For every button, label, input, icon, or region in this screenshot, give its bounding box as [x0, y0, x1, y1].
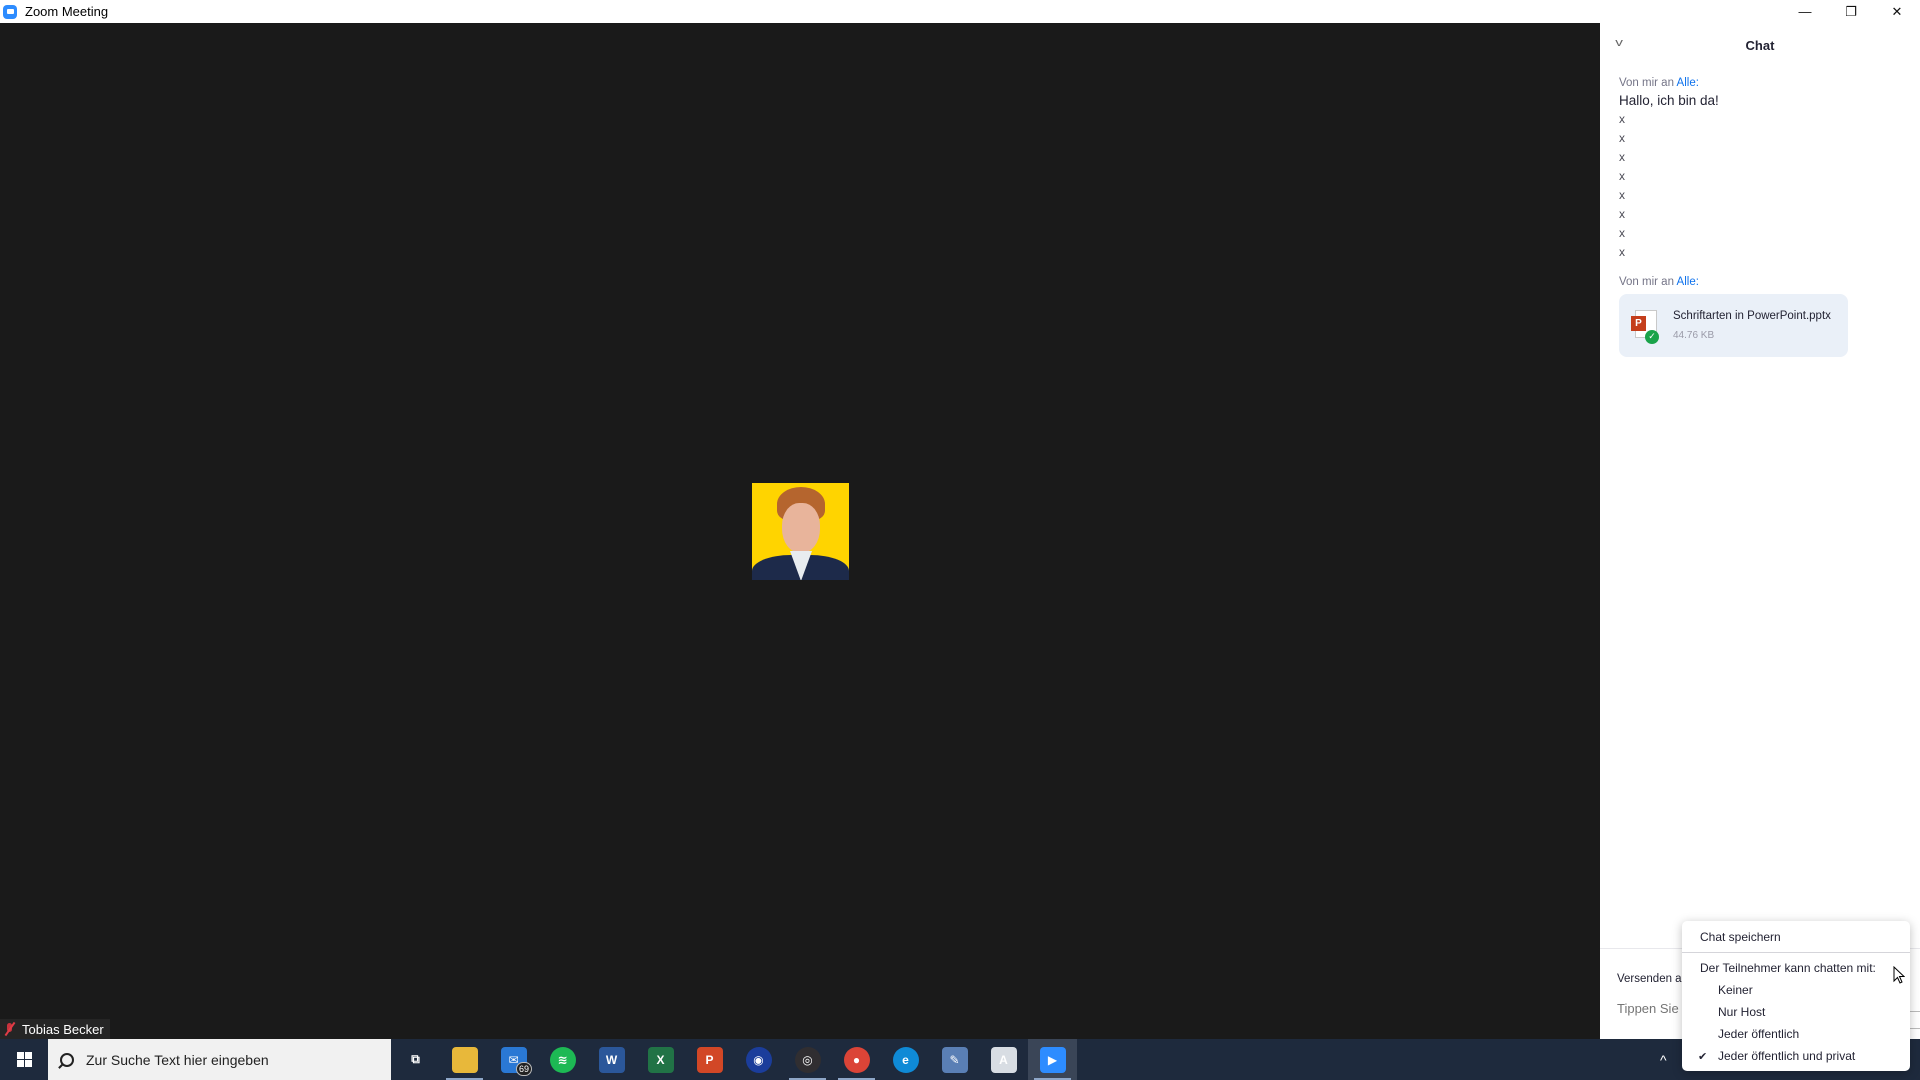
- taskbar-app-spotify[interactable]: ≋: [538, 1039, 587, 1080]
- message-text: x: [1619, 112, 1625, 126]
- file-name: Schriftarten in PowerPoint.pptx: [1673, 310, 1831, 322]
- message-text: Hallo, ich bin da!: [1619, 93, 1719, 108]
- paint-app-icon: ✎: [941, 1046, 968, 1073]
- menu-item-keiner[interactable]: Keiner: [1682, 980, 1910, 1000]
- menu-item-jeder-oeffentlich[interactable]: Jeder öffentlich: [1682, 1024, 1910, 1044]
- search-placeholder: Zur Suche Text hier eingeben: [86, 1051, 269, 1068]
- message-meta: Von mir an Alle:: [1619, 276, 1901, 288]
- notification-badge: 69: [516, 1062, 532, 1076]
- minimize-button[interactable]: —: [1782, 0, 1828, 23]
- powerpoint-file-icon: P ✓: [1631, 309, 1659, 344]
- chat-options-menu: Chat speichern Der Teilnehmer kann chatt…: [1682, 921, 1910, 1071]
- message-text: x: [1619, 245, 1625, 259]
- taskbar-app-powerpoint[interactable]: P: [685, 1039, 734, 1080]
- mic-muted-icon: [4, 1022, 16, 1036]
- taskbar-app-obs[interactable]: ◎: [783, 1039, 832, 1080]
- taskbar-app-task-view[interactable]: ⧉: [391, 1039, 440, 1080]
- chat-header: v Chat: [1600, 23, 1920, 67]
- check-circle-icon: ✓: [1645, 329, 1659, 344]
- taskbar-app-excel[interactable]: X: [636, 1039, 685, 1080]
- message-sender: Von mir an: [1619, 276, 1674, 288]
- menu-separator: [1682, 952, 1910, 953]
- chat-message: Von mir an Alle: Hallo, ich bin da! x x …: [1619, 77, 1901, 262]
- participant-name-tag: Tobias Becker: [0, 1019, 110, 1039]
- taskbar-app-audacity[interactable]: ◉: [734, 1039, 783, 1080]
- notepad-app-icon: A: [990, 1046, 1017, 1073]
- avatar-face: [782, 503, 820, 553]
- taskbar-app-notepad-app[interactable]: A: [979, 1039, 1028, 1080]
- excel-icon: X: [647, 1046, 674, 1073]
- task-view-icon: ⧉: [411, 1052, 420, 1066]
- menu-label-permissions: Der Teilnehmer kann chatten mit:: [1700, 961, 1876, 975]
- close-button[interactable]: ✕: [1874, 0, 1920, 23]
- edge-icon: e: [892, 1046, 919, 1073]
- send-to-label[interactable]: Versenden an:: [1617, 973, 1691, 985]
- powerpoint-letter: P: [1631, 315, 1646, 331]
- windows-taskbar: Zur Suche Text hier eingeben ⧉ ✉ 69 ≋ W X P ◉ ◎ ●…: [0, 1039, 1920, 1080]
- zoom-app-icon: [3, 4, 17, 19]
- taskbar-app-zoom[interactable]: ▶: [1028, 1039, 1077, 1080]
- taskbar-app-file-explorer[interactable]: [440, 1039, 489, 1080]
- audacity-icon: ◉: [745, 1046, 772, 1073]
- window-controls: — ❐ ✕: [1782, 0, 1920, 23]
- taskbar-app-edge[interactable]: e: [881, 1039, 930, 1080]
- message-text: x: [1619, 131, 1625, 145]
- obs-icon: ◎: [794, 1046, 821, 1073]
- taskbar-app-word[interactable]: W: [587, 1039, 636, 1080]
- spotify-icon: ≋: [549, 1046, 576, 1073]
- message-text: x: [1619, 169, 1625, 183]
- chevron-down-icon[interactable]: v: [1615, 37, 1635, 51]
- checkmark-icon: ✔: [1698, 1050, 1708, 1063]
- message-text: x: [1619, 150, 1625, 164]
- title-bar: Zoom Meeting — ❐ ✕: [0, 0, 1920, 23]
- restore-button[interactable]: ❐: [1828, 0, 1874, 23]
- menu-item-nur-host[interactable]: Nur Host: [1682, 1002, 1910, 1022]
- search-icon: [60, 1052, 74, 1067]
- powerpoint-icon: P: [696, 1046, 723, 1073]
- message-text: x: [1619, 226, 1625, 240]
- chrome-icon: ●: [843, 1046, 870, 1073]
- taskbar-app-mail[interactable]: ✉ 69: [489, 1039, 538, 1080]
- file-info: Schriftarten in PowerPoint.pptx 44.76 KB: [1673, 310, 1831, 341]
- message-text: x: [1619, 188, 1625, 202]
- menu-item-label: Jeder öffentlich und privat: [1718, 1049, 1856, 1063]
- message-meta: Von mir an Alle:: [1619, 77, 1901, 89]
- file-explorer-icon: [451, 1046, 478, 1073]
- menu-item-save-chat[interactable]: Chat speichern: [1682, 927, 1910, 947]
- start-button[interactable]: [0, 1039, 48, 1080]
- chevron-up-icon[interactable]: ^: [1660, 1052, 1667, 1068]
- taskbar-app-chrome[interactable]: ●: [832, 1039, 881, 1080]
- menu-item-jeder-oeffentlich-und-privat[interactable]: ✔ Jeder öffentlich und privat: [1682, 1046, 1910, 1066]
- mouse-cursor-icon: [1893, 966, 1905, 984]
- message-sender: Von mir an: [1619, 77, 1674, 89]
- taskbar-search-box[interactable]: Zur Suche Text hier eingeben: [48, 1039, 391, 1080]
- file-size: 44.76 KB: [1673, 330, 1715, 341]
- chat-message: Von mir an Alle: P ✓ Schriftarten in Pow…: [1619, 276, 1901, 357]
- participant-avatar[interactable]: [752, 483, 849, 580]
- file-attachment[interactable]: P ✓ Schriftarten in PowerPoint.pptx 44.7…: [1619, 294, 1848, 357]
- window-title: Zoom Meeting: [25, 4, 109, 19]
- taskbar-app-paint-app[interactable]: ✎: [930, 1039, 979, 1080]
- zoom-icon: ▶: [1039, 1046, 1066, 1073]
- chat-messages: Von mir an Alle: Hallo, ich bin da! x x …: [1600, 67, 1920, 381]
- message-recipient-link[interactable]: Alle:: [1677, 276, 1699, 288]
- participant-name: Tobias Becker: [22, 1021, 104, 1037]
- message-text: x: [1619, 207, 1625, 221]
- windows-logo-icon: [16, 1052, 32, 1067]
- system-tray: ^: [1660, 1039, 1667, 1080]
- chat-panel: v Chat Von mir an Alle: Hallo, ich bin d…: [1600, 23, 1920, 1039]
- video-area: [0, 23, 1600, 1039]
- message-recipient-link[interactable]: Alle:: [1677, 77, 1699, 89]
- chat-title: Chat: [1745, 37, 1775, 53]
- taskbar-apps: ⧉ ✉ 69 ≋ W X P ◉ ◎ ● e ✎ A ▶: [391, 1039, 1077, 1080]
- word-icon: W: [598, 1046, 625, 1073]
